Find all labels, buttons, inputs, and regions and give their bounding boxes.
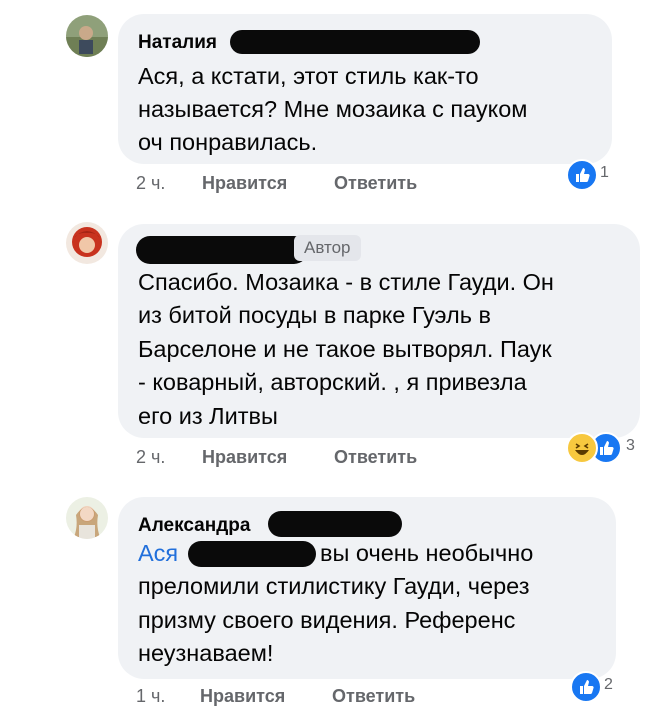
comment-text-line: Ася, а кстати, этот стиль как-то — [138, 63, 479, 89]
reactions-summary[interactable]: 1 — [566, 159, 626, 191]
mention-link[interactable]: Ася — [138, 537, 178, 571]
comment-text-line: Спасибо. Мозаика - в стиле Гауди. Он — [138, 269, 554, 295]
reply-button[interactable]: Ответить — [332, 686, 415, 707]
redacted-name — [268, 511, 402, 537]
reactions-summary[interactable]: 2 — [570, 671, 630, 703]
avatar-photo — [66, 222, 108, 264]
avatar-photo — [66, 497, 108, 539]
like-icon — [570, 671, 602, 703]
reply-button[interactable]: Ответить — [334, 173, 417, 194]
comment-text-line: его из Литвы — [138, 403, 278, 429]
comment-bubble: Александра Ася вы очень необычно преломи… — [118, 497, 616, 679]
avatar-photo — [66, 15, 108, 57]
comment-text-line: из битой посуды в парке Гуэль в — [138, 302, 491, 328]
comment-author[interactable]: Александра — [138, 515, 250, 537]
comment-bubble: Наталия Ася, а кстати, этот стиль как-то… — [118, 14, 612, 164]
comment-text-line: призму своего видения. Референс — [138, 607, 516, 633]
comment-author[interactable]: Наталия — [138, 32, 217, 54]
comment-time[interactable]: 2 ч. — [136, 173, 165, 194]
comment-text-line: вы очень необычно — [320, 540, 534, 566]
avatar-aleksandra[interactable] — [66, 497, 108, 539]
comment-bubble: Автор Спасибо. Мозаика - в стиле Гауди. … — [118, 224, 640, 438]
like-icon — [566, 159, 598, 191]
comment-time[interactable]: 1 ч. — [136, 686, 165, 707]
author-badge: Автор — [294, 235, 361, 261]
reaction-count: 3 — [626, 437, 635, 454]
comment-text-line: преломили стилистику Гауди, через — [138, 573, 530, 599]
comment-text-line: неузнаваем! — [138, 640, 274, 666]
comment-text-line: называется? Мне мозаика с пауком — [138, 96, 528, 122]
redacted-name — [136, 236, 308, 264]
like-button[interactable]: Нравится — [202, 173, 287, 194]
comment-text-line: оч понравилась. — [138, 129, 318, 155]
redacted-name — [230, 30, 480, 54]
avatar-natalia[interactable] — [66, 15, 108, 57]
reactions-summary[interactable]: 3 — [566, 432, 650, 464]
redacted-mention — [188, 541, 316, 567]
reaction-count: 2 — [604, 676, 613, 693]
like-button[interactable]: Нравится — [200, 686, 285, 707]
avatar-author[interactable] — [66, 222, 108, 264]
like-button[interactable]: Нравится — [202, 447, 287, 468]
comment-text-line: Барселоне и не такое вытворял. Паук — [138, 336, 552, 362]
comment-text-line: - коварный, авторский. , я привезла — [138, 369, 527, 395]
haha-icon — [566, 432, 598, 464]
reaction-count: 1 — [600, 164, 609, 181]
comment-time[interactable]: 2 ч. — [136, 447, 165, 468]
reply-button[interactable]: Ответить — [334, 447, 417, 468]
